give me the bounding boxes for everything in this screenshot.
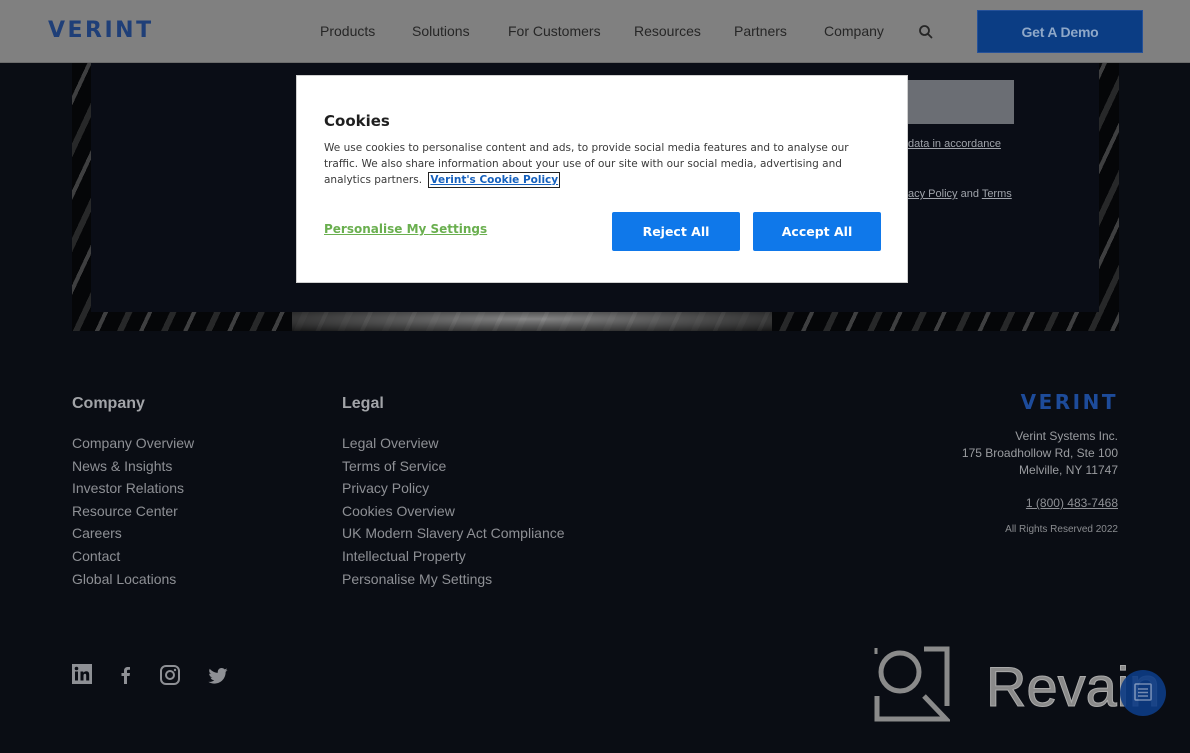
nav-resources[interactable]: Resources — [634, 23, 701, 39]
cookie-body-text: We use cookies to personalise content an… — [324, 142, 849, 186]
personalise-settings-link[interactable]: Personalise My Settings — [324, 222, 487, 236]
footer-link-careers[interactable]: Careers — [72, 522, 194, 545]
footer-link-investor-relations[interactable]: Investor Relations — [72, 477, 194, 500]
cookie-policy-link[interactable]: Verint's Cookie Policy — [428, 172, 561, 188]
cookie-description: We use cookies to personalise content an… — [324, 140, 884, 188]
form-submit-field[interactable] — [906, 80, 1014, 124]
consent-text-1: data in accordance — [908, 138, 1001, 150]
footer-link-terms-of-service[interactable]: Terms of Service — [342, 455, 565, 478]
consent-text-2: acy Policy and Terms — [908, 188, 1012, 200]
nav-for-customers[interactable]: For Customers — [508, 23, 601, 39]
phone-link[interactable]: 1 (800) 483-7468 — [1026, 496, 1118, 510]
footer-link-intellectual-property[interactable]: Intellectual Property — [342, 545, 565, 568]
footer-link-company-overview[interactable]: Company Overview — [72, 432, 194, 455]
address-city: Melville, NY 11747 — [1019, 463, 1118, 477]
copyright: All Rights Reserved 2022 — [1005, 524, 1118, 535]
chat-button[interactable] — [1120, 670, 1166, 716]
nav-products[interactable]: Products — [320, 23, 375, 39]
get-a-demo-button[interactable]: Get A Demo — [977, 10, 1143, 53]
chat-icon — [1134, 683, 1152, 701]
footer-company-column: Company Company Overview News & Insights… — [72, 395, 194, 590]
marble-highlight — [292, 311, 772, 331]
accept-all-button[interactable]: Accept All — [753, 212, 881, 251]
footer-legal-column: Legal Legal Overview Terms of Service Pr… — [342, 395, 565, 590]
cookie-title: Cookies — [324, 112, 390, 130]
site-header: VERINT Products Solutions For Customers … — [0, 0, 1190, 63]
nav-company[interactable]: Company — [824, 23, 884, 39]
revain-logo-icon — [874, 646, 952, 722]
instagram-icon[interactable] — [160, 665, 180, 687]
footer-link-cookies-overview[interactable]: Cookies Overview — [342, 500, 565, 523]
footer-link-contact[interactable]: Contact — [72, 545, 194, 568]
footer-link-personalise-settings[interactable]: Personalise My Settings — [342, 568, 565, 591]
address-company: Verint Systems Inc. — [1015, 429, 1118, 443]
nav-partners[interactable]: Partners — [734, 23, 787, 39]
twitter-icon[interactable] — [208, 668, 228, 690]
reject-all-button[interactable]: Reject All — [612, 212, 740, 251]
footer-link-legal-overview[interactable]: Legal Overview — [342, 432, 565, 455]
consent-link[interactable]: data in accordance — [908, 138, 1001, 150]
footer-verint-logo[interactable]: VERINT — [898, 390, 1118, 420]
footer-link-privacy-policy[interactable]: Privacy Policy — [342, 477, 565, 500]
terms-link[interactable]: Terms — [982, 188, 1012, 200]
facebook-icon[interactable] — [120, 666, 131, 688]
footer-link-news-insights[interactable]: News & Insights — [72, 455, 194, 478]
footer-link-modern-slavery[interactable]: UK Modern Slavery Act Compliance — [342, 522, 565, 545]
cookie-consent-dialog: Cookies We use cookies to personalise co… — [296, 75, 908, 283]
address-street: 175 Broadhollow Rd, Ste 100 — [961, 446, 1118, 460]
privacy-policy-link[interactable]: acy Policy — [908, 188, 958, 200]
consent-and: and — [960, 188, 979, 200]
footer-link-resource-center[interactable]: Resource Center — [72, 500, 194, 523]
footer-company-heading: Company — [72, 395, 145, 412]
footer-contact-block: VERINT Verint Systems Inc. 175 Broadholl… — [898, 390, 1118, 535]
linkedin-icon[interactable] — [72, 664, 92, 686]
footer-legal-heading: Legal — [342, 395, 384, 412]
search-icon[interactable] — [918, 24, 934, 40]
verint-logo[interactable]: VERINT — [48, 18, 154, 43]
footer-link-global-locations[interactable]: Global Locations — [72, 568, 194, 591]
nav-solutions[interactable]: Solutions — [412, 23, 470, 39]
